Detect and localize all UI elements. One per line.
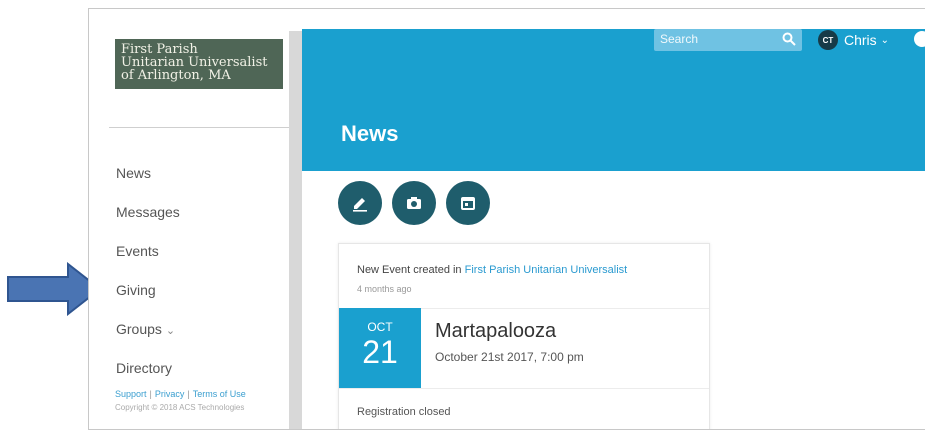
pencil-icon <box>353 198 367 212</box>
add-event-button[interactable] <box>446 181 490 225</box>
compose-post-button[interactable] <box>338 181 382 225</box>
church-logo[interactable]: First Parish Unitarian Universalist of A… <box>115 39 283 89</box>
avatar: CT <box>818 30 838 50</box>
event-datetime: October 21st 2017, 7:00 pm <box>435 350 584 364</box>
logo-line: of Arlington, MA <box>121 68 231 83</box>
copyright-text: Copyright © 2018 ACS Technologies <box>115 403 245 412</box>
notification-icon[interactable] <box>914 31 925 47</box>
chevron-down-icon: ⌄ <box>880 34 890 46</box>
separator: | <box>187 389 190 399</box>
sidebar-item-directory[interactable]: Directory <box>116 360 172 376</box>
sidebar-item-label: Groups <box>116 321 162 337</box>
sidebar-scrollbar[interactable] <box>289 31 302 429</box>
user-menu[interactable]: CT Chris ⌄ <box>818 29 889 51</box>
search-icon[interactable] <box>782 32 796 46</box>
sidebar-item-news[interactable]: News <box>116 165 151 181</box>
footer-links: Support | Privacy | Terms of Use <box>115 389 246 399</box>
support-link[interactable]: Support <box>115 389 147 399</box>
sidebar: First Parish Unitarian Universalist of A… <box>89 9 289 429</box>
privacy-link[interactable]: Privacy <box>155 389 185 399</box>
post-prefix: New Event created in <box>357 264 465 276</box>
post-header: New Event created in First Parish Unitar… <box>357 264 627 276</box>
divider <box>339 388 709 389</box>
page-title: News <box>341 121 399 146</box>
event-month: OCT <box>367 320 393 334</box>
sidebar-item-groups[interactable]: Groups ⌄ <box>116 321 175 337</box>
event-day: 21 <box>362 334 398 370</box>
separator: | <box>149 389 152 399</box>
divider <box>109 127 289 128</box>
sidebar-item-giving[interactable]: Giving <box>116 282 156 298</box>
main-content: Search CT Chris ⌄ News New Event created… <box>302 29 925 429</box>
terms-link[interactable]: Terms of Use <box>193 389 246 399</box>
search-placeholder: Search <box>660 32 699 46</box>
app-window: First Parish Unitarian Universalist of A… <box>88 8 925 430</box>
calendar-icon <box>461 197 475 210</box>
post-timestamp: 4 months ago <box>357 284 412 294</box>
user-name: Chris <box>844 32 877 48</box>
add-photo-button[interactable] <box>392 181 436 225</box>
chevron-down-icon: ⌄ <box>165 325 176 337</box>
registration-status: Registration closed <box>357 406 451 418</box>
sidebar-item-events[interactable]: Events <box>116 243 159 259</box>
news-post-card: New Event created in First Parish Unitar… <box>338 243 710 429</box>
event-date-badge: OCT 21 <box>339 308 421 388</box>
sidebar-item-messages[interactable]: Messages <box>116 204 180 220</box>
header-banner: Search CT Chris ⌄ News <box>302 29 925 171</box>
search-input[interactable]: Search <box>654 29 802 51</box>
group-link[interactable]: First Parish Unitarian Universalist <box>465 264 628 276</box>
camera-icon <box>407 197 421 209</box>
event-title[interactable]: Martapalooza <box>435 320 556 343</box>
